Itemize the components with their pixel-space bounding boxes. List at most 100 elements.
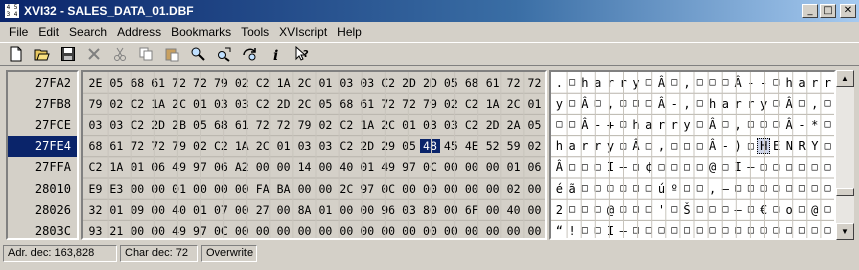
text-char[interactable]: □ xyxy=(604,183,617,194)
text-char[interactable]: — xyxy=(719,182,732,196)
hex-byte[interactable]: 48 xyxy=(419,139,441,154)
hex-byte[interactable]: C2 xyxy=(336,139,357,153)
hex-byte[interactable]: 00 xyxy=(231,182,252,196)
text-char[interactable]: . xyxy=(553,76,566,90)
text-char[interactable]: H xyxy=(757,138,771,155)
text-char[interactable]: □ xyxy=(566,119,579,130)
hex-byte[interactable]: 2D xyxy=(273,97,294,111)
text-char[interactable]: € xyxy=(757,203,770,217)
hex-byte[interactable]: 00 xyxy=(294,182,315,196)
text-char[interactable]: Â xyxy=(783,118,796,132)
text-char[interactable]: □ xyxy=(566,98,579,109)
hex-byte[interactable]: 01 xyxy=(106,203,127,217)
text-char[interactable]: a xyxy=(719,97,732,111)
hex-byte[interactable]: 0C xyxy=(420,160,441,174)
text-char[interactable]: □ xyxy=(617,204,630,215)
text-char[interactable]: □ xyxy=(591,183,604,194)
hex-byte[interactable]: 00 xyxy=(252,224,273,238)
hex-byte[interactable]: 03 xyxy=(357,76,378,90)
text-char[interactable]: ) xyxy=(732,139,745,153)
text-char[interactable]: h xyxy=(783,76,796,90)
text-char[interactable]: □ xyxy=(821,98,834,109)
hex-byte[interactable]: 00 xyxy=(357,203,378,217)
text-char[interactable]: - xyxy=(744,76,757,90)
hex-byte[interactable]: 02 xyxy=(440,97,461,111)
hex-byte[interactable]: 00 xyxy=(357,224,378,238)
hex-byte[interactable]: 79 xyxy=(169,139,190,153)
text-char[interactable]: Â xyxy=(783,97,796,111)
text-char[interactable]: Â xyxy=(655,97,668,111)
hex-byte[interactable]: 00 xyxy=(127,182,148,196)
text-char[interactable]: □ xyxy=(693,183,706,194)
hex-byte[interactable]: 01 xyxy=(169,182,190,196)
hex-byte[interactable]: 00 xyxy=(482,203,503,217)
text-char[interactable]: r xyxy=(744,97,757,111)
hex-byte[interactable]: 72 xyxy=(127,139,148,153)
hex-byte[interactable]: 03 xyxy=(294,139,315,153)
hex-byte[interactable]: C2 xyxy=(210,139,231,153)
text-char[interactable]: □ xyxy=(821,162,834,173)
text-char[interactable]: □ xyxy=(808,162,821,173)
text-char[interactable]: @ xyxy=(808,203,821,217)
hex-byte[interactable]: 8A xyxy=(294,203,315,217)
hex-byte[interactable]: 00 xyxy=(399,182,420,196)
hex-byte[interactable]: 72 xyxy=(378,97,399,111)
text-char[interactable]: □ xyxy=(630,204,643,215)
hex-byte[interactable]: 02 xyxy=(106,97,127,111)
text-char[interactable]: □ xyxy=(668,141,681,152)
text-char[interactable]: “ xyxy=(553,224,566,238)
text-char[interactable]: r xyxy=(579,139,592,153)
text-char[interactable]: □ xyxy=(617,141,630,152)
text-char[interactable]: , xyxy=(732,118,745,132)
hex-byte[interactable]: 59 xyxy=(503,139,524,153)
hex-byte[interactable]: 00 xyxy=(315,160,336,174)
hex-byte[interactable]: C2 xyxy=(461,97,482,111)
text-char[interactable]: □ xyxy=(796,162,809,173)
text-char[interactable]: □ xyxy=(630,162,643,173)
hex-byte[interactable]: 05 xyxy=(315,97,336,111)
text-char[interactable]: r xyxy=(604,76,617,90)
text-char[interactable]: □ xyxy=(668,225,681,236)
text-char[interactable]: □ xyxy=(681,183,694,194)
text-char[interactable]: □ xyxy=(821,119,834,130)
text-char[interactable]: Â xyxy=(579,97,592,111)
paste-icon[interactable] xyxy=(160,43,184,65)
hex-byte[interactable]: 40 xyxy=(336,160,357,174)
hex-byte[interactable]: 01 xyxy=(190,203,211,217)
text-char[interactable]: □ xyxy=(668,77,681,88)
hex-byte[interactable]: 00 xyxy=(461,160,482,174)
hex-byte[interactable]: 2C xyxy=(169,97,190,111)
text-char[interactable]: r xyxy=(655,118,668,132)
hex-byte[interactable]: 02 xyxy=(315,118,336,132)
hex-byte[interactable]: 05 xyxy=(190,118,211,132)
text-char[interactable]: □ xyxy=(693,162,706,173)
text-char[interactable]: , xyxy=(808,97,821,111)
hex-byte[interactable]: 2C xyxy=(294,76,315,90)
hex-byte[interactable]: 2A xyxy=(503,118,524,132)
hex-byte[interactable]: 61 xyxy=(357,97,378,111)
text-char[interactable]: º xyxy=(668,182,681,196)
replace-icon[interactable] xyxy=(212,43,236,65)
hex-byte[interactable]: 00 xyxy=(461,182,482,196)
text-char[interactable]: □ xyxy=(719,119,732,130)
menu-address[interactable]: Address xyxy=(112,25,166,39)
hex-byte[interactable]: 01 xyxy=(315,76,336,90)
text-char[interactable]: □ xyxy=(821,183,834,194)
menu-help[interactable]: Help xyxy=(332,25,367,39)
text-char[interactable]: □ xyxy=(591,98,604,109)
hex-byte[interactable]: 96 xyxy=(378,203,399,217)
text-char[interactable]: — xyxy=(617,160,630,174)
hex-byte[interactable]: C2 xyxy=(252,97,273,111)
hex-byte[interactable]: 00 xyxy=(420,182,441,196)
hex-byte[interactable]: 61 xyxy=(231,118,252,132)
hex-byte[interactable]: 03 xyxy=(210,97,231,111)
menu-tools[interactable]: Tools xyxy=(236,25,274,39)
text-char[interactable]: □ xyxy=(693,77,706,88)
hex-byte[interactable]: 03 xyxy=(106,118,127,132)
text-char[interactable]: □ xyxy=(719,77,732,88)
text-char[interactable]: □ xyxy=(630,225,643,236)
hex-byte[interactable]: 00 xyxy=(190,182,211,196)
text-char[interactable]: - xyxy=(757,76,770,90)
hex-byte[interactable]: 52 xyxy=(482,139,503,153)
hex-byte[interactable]: 97 xyxy=(190,224,211,238)
